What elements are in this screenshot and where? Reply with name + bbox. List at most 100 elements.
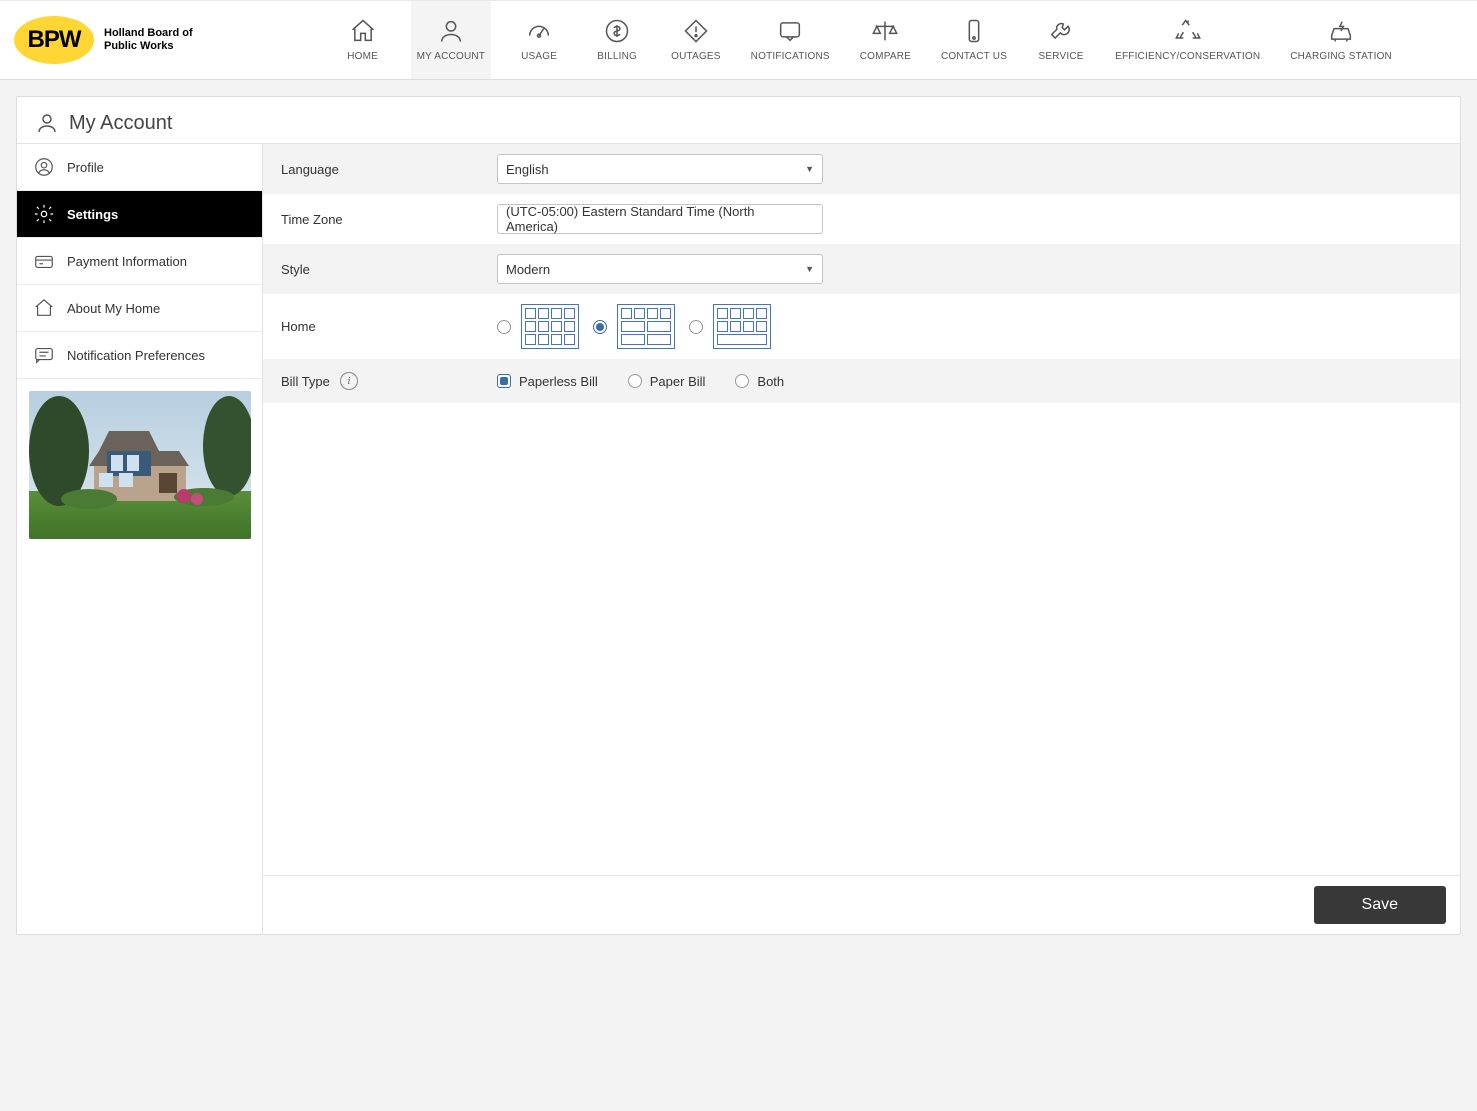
nav-notifications-label: NOTIFICATIONS	[751, 51, 830, 62]
nav-efficiency-label: EFFICIENCY/CONSERVATION	[1115, 51, 1260, 62]
row-language: Language English	[263, 144, 1460, 194]
radio-paper[interactable]	[628, 374, 642, 388]
save-button[interactable]: Save	[1314, 886, 1446, 924]
layout-thumb-mixed	[617, 304, 675, 349]
label-bill-type-text: Bill Type	[281, 374, 330, 389]
bell-icon	[776, 17, 804, 45]
radio-home-3[interactable]	[689, 320, 703, 334]
form-footer: Save	[263, 875, 1460, 934]
bill-type-paper[interactable]: Paper Bill	[628, 374, 706, 389]
nav-service[interactable]: SERVICE	[1031, 1, 1091, 79]
sidebar-image-wrap	[17, 379, 262, 554]
select-style[interactable]: Modern	[497, 254, 823, 284]
radio-home-1[interactable]	[497, 320, 511, 334]
input-timezone[interactable]: (UTC-05:00) Eastern Standard Time (North…	[497, 204, 823, 234]
dollar-icon	[603, 17, 631, 45]
bill-type-options: Paperless Bill Paper Bill Both	[497, 374, 784, 389]
nav-compare[interactable]: COMPARE	[854, 1, 917, 79]
nav-contact-label: CONTACT US	[941, 51, 1007, 62]
top-nav: BPW Holland Board of Public Works HOME M…	[0, 0, 1477, 80]
sidebar-item-settings[interactable]: Settings	[17, 191, 262, 238]
outage-icon	[682, 17, 710, 45]
nav-compare-label: COMPARE	[860, 51, 911, 62]
label-timezone: Time Zone	[281, 212, 497, 227]
nav-my-account[interactable]: MY ACCOUNT	[411, 1, 492, 79]
home-layout-option-1[interactable]	[497, 304, 579, 349]
nav-usage[interactable]: USAGE	[509, 1, 569, 79]
home-layout-option-3[interactable]	[689, 304, 771, 349]
row-style: Style Modern	[263, 244, 1460, 294]
sidebar-item-payment[interactable]: Payment Information	[17, 238, 262, 285]
label-language: Language	[281, 162, 497, 177]
page: My Account Profile Settings Payment Info…	[0, 80, 1477, 1111]
sidebar-item-label: Payment Information	[67, 254, 187, 269]
sidebar-item-about-home[interactable]: About My Home	[17, 285, 262, 332]
nav-billing[interactable]: BILLING	[587, 1, 647, 79]
card-header: My Account	[17, 97, 1460, 144]
house-icon	[33, 297, 55, 319]
recycle-icon	[1174, 17, 1202, 45]
main-nav: HOME MY ACCOUNT USAGE BILLING OUTAGES NO…	[333, 1, 1463, 79]
gear-icon	[33, 203, 55, 225]
info-icon[interactable]: i	[340, 372, 358, 390]
brand-name-line1: Holland Board of	[104, 27, 193, 40]
select-language-value: English	[506, 162, 549, 177]
gauge-icon	[525, 17, 553, 45]
bill-type-both[interactable]: Both	[735, 374, 784, 389]
nav-contact[interactable]: CONTACT US	[935, 1, 1013, 79]
nav-home[interactable]: HOME	[333, 1, 393, 79]
row-home-layout: Home	[263, 294, 1460, 359]
bill-opt-label: Paperless Bill	[519, 374, 598, 389]
nav-billing-label: BILLING	[597, 51, 637, 62]
radio-paperless[interactable]	[497, 374, 511, 388]
label-bill-type: Bill Type i	[281, 372, 497, 390]
sidebar-item-label: Profile	[67, 160, 104, 175]
radio-both[interactable]	[735, 374, 749, 388]
nav-notifications[interactable]: NOTIFICATIONS	[745, 1, 836, 79]
bill-opt-label: Paper Bill	[650, 374, 706, 389]
logo[interactable]: BPW Holland Board of Public Works	[14, 16, 193, 64]
person-icon	[437, 17, 465, 45]
profile-icon	[33, 156, 55, 178]
home-icon	[349, 17, 377, 45]
nav-charging[interactable]: CHARGING STATION	[1284, 1, 1398, 79]
nav-charging-label: CHARGING STATION	[1290, 51, 1392, 62]
home-photo	[29, 391, 251, 539]
input-timezone-value: (UTC-05:00) Eastern Standard Time (North…	[506, 204, 798, 234]
payment-icon	[33, 250, 55, 272]
select-language[interactable]: English	[497, 154, 823, 184]
home-layout-option-2[interactable]	[593, 304, 675, 349]
sidebar-item-notification-prefs[interactable]: Notification Preferences	[17, 332, 262, 379]
home-layout-options	[497, 304, 771, 349]
brand-name-line2: Public Works	[104, 40, 193, 53]
account-card: My Account Profile Settings Payment Info…	[16, 96, 1461, 935]
chat-icon	[33, 344, 55, 366]
layout-thumb-grid	[521, 304, 579, 349]
brand-name: Holland Board of Public Works	[104, 27, 193, 53]
logo-mark: BPW	[14, 16, 94, 64]
sidebar-item-profile[interactable]: Profile	[17, 144, 262, 191]
nav-efficiency[interactable]: EFFICIENCY/CONSERVATION	[1109, 1, 1266, 79]
row-bill-type: Bill Type i Paperless Bill Paper Bill	[263, 359, 1460, 403]
sidebar-item-label: About My Home	[67, 301, 160, 316]
nav-outages[interactable]: OUTAGES	[665, 1, 727, 79]
bill-opt-label: Both	[757, 374, 784, 389]
nav-service-label: SERVICE	[1039, 51, 1084, 62]
nav-home-label: HOME	[347, 51, 378, 62]
account-header-icon	[35, 111, 59, 135]
bill-type-paperless[interactable]: Paperless Bill	[497, 374, 598, 389]
car-icon	[1327, 17, 1355, 45]
radio-home-2[interactable]	[593, 320, 607, 334]
layout-thumb-rows	[713, 304, 771, 349]
select-style-value: Modern	[506, 262, 550, 277]
sidebar-item-label: Settings	[67, 207, 118, 222]
page-title: My Account	[69, 112, 172, 135]
sidebar: Profile Settings Payment Information Abo…	[17, 144, 263, 934]
nav-outages-label: OUTAGES	[671, 51, 721, 62]
scales-icon	[871, 17, 899, 45]
nav-my-account-label: MY ACCOUNT	[417, 51, 486, 62]
row-timezone: Time Zone (UTC-05:00) Eastern Standard T…	[263, 194, 1460, 244]
logo-text: BPW	[28, 26, 81, 54]
sidebar-item-label: Notification Preferences	[67, 348, 205, 363]
phone-icon	[960, 17, 988, 45]
